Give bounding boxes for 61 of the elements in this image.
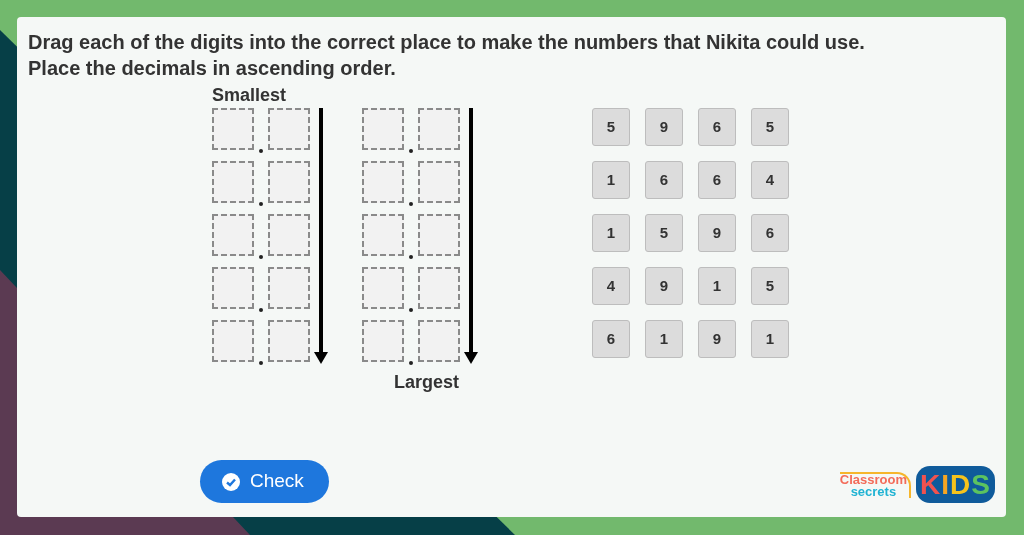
answer-slot[interactable] bbox=[212, 214, 254, 256]
digit-tile[interactable]: 1 bbox=[698, 267, 736, 305]
decimal-point bbox=[259, 255, 263, 259]
answer-slot[interactable] bbox=[362, 320, 404, 362]
digit-tile[interactable]: 9 bbox=[645, 267, 683, 305]
digit-tile[interactable]: 5 bbox=[592, 108, 630, 146]
digit-tile[interactable]: 6 bbox=[698, 108, 736, 146]
answer-slot[interactable] bbox=[268, 320, 310, 362]
instruction-text: Place the decimals in ascending order. bbox=[28, 56, 397, 81]
answer-slot[interactable] bbox=[418, 320, 460, 362]
smallest-label: Smallest bbox=[212, 85, 287, 105]
decimal-point bbox=[409, 308, 413, 312]
answer-slot[interactable] bbox=[268, 214, 310, 256]
largest-label: Largest bbox=[394, 372, 460, 392]
answer-slot[interactable] bbox=[212, 320, 254, 362]
digit-tile[interactable]: 6 bbox=[592, 320, 630, 358]
decimal-point bbox=[409, 202, 413, 206]
digit-tile[interactable]: 5 bbox=[645, 214, 683, 252]
kids-badge: KIDS bbox=[916, 466, 995, 503]
digit-tile[interactable]: 1 bbox=[592, 161, 630, 199]
answer-slot[interactable] bbox=[362, 161, 404, 203]
answer-slot[interactable] bbox=[418, 214, 460, 256]
brand-name: Classroom bbox=[839, 473, 907, 486]
digit-tile[interactable]: 6 bbox=[751, 214, 789, 252]
digit-tile[interactable]: 1 bbox=[751, 320, 789, 358]
answer-slot[interactable] bbox=[268, 108, 310, 150]
instruction-text: Drag each of the digits into the correct place to make the numbers that Nikita could use. bbox=[28, 30, 866, 55]
digit-tile[interactable]: 9 bbox=[645, 108, 683, 146]
digit-tile[interactable]: 1 bbox=[645, 320, 683, 358]
answer-slot[interactable] bbox=[212, 161, 254, 203]
check-button[interactable]: Check bbox=[200, 460, 329, 503]
decimal-point bbox=[409, 255, 413, 259]
digit-tile[interactable]: 9 bbox=[698, 214, 736, 252]
digit-tile[interactable]: 5 bbox=[751, 108, 789, 146]
brand-name: secrets bbox=[850, 485, 897, 498]
digit-tile[interactable]: 1 bbox=[592, 214, 630, 252]
answer-slot[interactable] bbox=[418, 108, 460, 150]
answer-slot[interactable] bbox=[212, 267, 254, 309]
check-circle-icon bbox=[222, 472, 240, 491]
answer-slot[interactable] bbox=[362, 108, 404, 150]
decimal-point bbox=[409, 149, 413, 153]
digit-tile[interactable]: 6 bbox=[698, 161, 736, 199]
answer-slot[interactable] bbox=[268, 161, 310, 203]
answer-slot[interactable] bbox=[418, 161, 460, 203]
decimal-point bbox=[259, 149, 263, 153]
digit-tile[interactable]: 6 bbox=[645, 161, 683, 199]
down-arrow-icon bbox=[314, 108, 328, 364]
digit-tile[interactable]: 5 bbox=[751, 267, 789, 305]
answer-slot[interactable] bbox=[212, 108, 254, 150]
answer-slot[interactable] bbox=[268, 267, 310, 309]
decimal-point bbox=[259, 202, 263, 206]
digit-tile[interactable]: 4 bbox=[751, 161, 789, 199]
decimal-point bbox=[409, 361, 413, 365]
down-arrow-icon bbox=[464, 108, 478, 364]
digit-tile[interactable]: 9 bbox=[698, 320, 736, 358]
digit-tile[interactable]: 4 bbox=[592, 267, 630, 305]
decimal-point bbox=[259, 361, 263, 365]
decimal-point bbox=[259, 308, 263, 312]
answer-slot[interactable] bbox=[418, 267, 460, 309]
answer-slot[interactable] bbox=[362, 267, 404, 309]
answer-slot[interactable] bbox=[362, 214, 404, 256]
